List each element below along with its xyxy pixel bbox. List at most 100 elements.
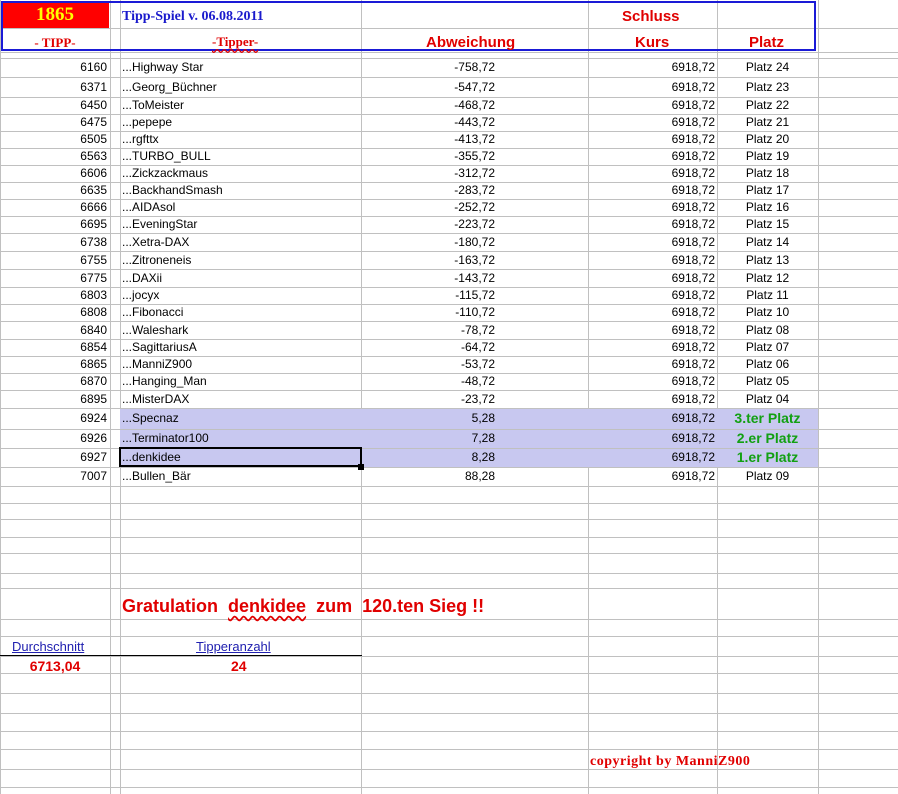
- platz-cell[interactable]: Platz 05: [718, 373, 817, 390]
- abweichung-cell[interactable]: -283,72: [362, 182, 495, 199]
- platz-cell[interactable]: Platz 23: [718, 77, 817, 97]
- tipper-name-cell[interactable]: ...MisterDAX: [122, 390, 189, 408]
- table-row[interactable]: 6160 ...Highway Star -758,72 6918,72 Platz 2…: [0, 58, 898, 77]
- table-row[interactable]: 6755 ...Zitroneneis -163,72 6918,72 Platz 13: [0, 251, 898, 269]
- kurs-cell[interactable]: 6918,72: [588, 114, 715, 131]
- tipp-cell[interactable]: 6927: [10, 448, 107, 467]
- platz-cell[interactable]: Platz 22: [718, 97, 817, 114]
- platz-cell[interactable]: Platz 18: [718, 165, 817, 182]
- kurs-cell[interactable]: 6918,72: [588, 287, 715, 304]
- platz-cell[interactable]: Platz 21: [718, 114, 817, 131]
- platz-cell[interactable]: 1.er Platz: [718, 448, 817, 467]
- abweichung-cell[interactable]: -252,72: [362, 199, 495, 216]
- table-row[interactable]: 6635 ...BackhandSmash -283,72 6918,72 Platz …: [0, 182, 898, 199]
- tipper-name-cell[interactable]: ...AIDAsol: [122, 199, 175, 216]
- abweichung-cell[interactable]: -64,72: [362, 339, 495, 356]
- platz-cell[interactable]: Platz 17: [718, 182, 817, 199]
- tipp-cell[interactable]: 6755: [10, 251, 107, 269]
- kurs-cell[interactable]: 6918,72: [588, 356, 715, 373]
- copyright-notice[interactable]: copyright by ManniZ900: [590, 754, 750, 770]
- abweichung-cell[interactable]: -143,72: [362, 269, 495, 287]
- platz-cell[interactable]: Platz 12: [718, 269, 817, 287]
- tipper-name-cell[interactable]: ...Specnaz: [122, 408, 179, 429]
- abweichung-cell[interactable]: -53,72: [362, 356, 495, 373]
- abweichung-cell[interactable]: 7,28: [362, 429, 495, 448]
- abweichung-cell[interactable]: -547,72: [362, 77, 495, 97]
- abweichung-cell[interactable]: -78,72: [362, 321, 495, 339]
- platz-cell[interactable]: Platz 24: [718, 58, 817, 77]
- kurs-cell[interactable]: 6918,72: [588, 408, 715, 429]
- abweichung-cell[interactable]: 88,28: [362, 467, 495, 486]
- tipper-name-cell[interactable]: ...Xetra-DAX: [122, 233, 189, 251]
- tipper-name-cell[interactable]: ...Hanging_Man: [122, 373, 207, 390]
- table-row[interactable]: 6475 ...pepepe -443,72 6918,72 Platz 21: [0, 114, 898, 131]
- header-schluss[interactable]: Schluss: [622, 8, 680, 25]
- average-value[interactable]: 6713,04: [12, 658, 98, 674]
- tipper-name-cell[interactable]: ...EveningStar: [122, 216, 197, 233]
- platz-cell[interactable]: Platz 10: [718, 304, 817, 321]
- platz-cell[interactable]: Platz 09: [718, 467, 817, 486]
- platz-cell[interactable]: Platz 14: [718, 233, 817, 251]
- tipper-count-label[interactable]: Tipperanzahl: [196, 639, 271, 654]
- table-row[interactable]: 7007 ...Bullen_Bär 88,28 6918,72 Platz 09: [0, 467, 898, 486]
- platz-cell[interactable]: Platz 04: [718, 390, 817, 408]
- abweichung-cell[interactable]: -163,72: [362, 251, 495, 269]
- table-row[interactable]: 6606 ...Zickzackmaus -312,72 6918,72 Platz 1…: [0, 165, 898, 182]
- abweichung-cell[interactable]: -468,72: [362, 97, 495, 114]
- tipper-name-cell[interactable]: ...ManniZ900: [122, 356, 192, 373]
- column-header-abweichung[interactable]: Abweichung: [426, 34, 515, 51]
- platz-cell[interactable]: Platz 20: [718, 131, 817, 148]
- abweichung-cell[interactable]: -110,72: [362, 304, 495, 321]
- tipper-name-cell[interactable]: ...pepepe: [122, 114, 172, 131]
- tipper-name-cell[interactable]: ...Bullen_Bär: [122, 467, 191, 486]
- platz-cell[interactable]: Platz 06: [718, 356, 817, 373]
- table-row[interactable]: 6926 ...Terminator100 7,28 6918,72 2.er Plat…: [0, 429, 898, 448]
- abweichung-cell[interactable]: -443,72: [362, 114, 495, 131]
- tipp-cell[interactable]: 6666: [10, 199, 107, 216]
- column-header-tipp[interactable]: - TIPP-: [10, 35, 100, 51]
- table-row[interactable]: 6563 ...TURBO_BULL -355,72 6918,72 Platz 19: [0, 148, 898, 165]
- tipp-cell[interactable]: 6505: [10, 131, 107, 148]
- kurs-cell[interactable]: 6918,72: [588, 251, 715, 269]
- average-label[interactable]: Durchschnitt: [12, 639, 84, 654]
- tipper-name-cell[interactable]: ...ToMeister: [122, 97, 184, 114]
- kurs-cell[interactable]: 6918,72: [588, 148, 715, 165]
- tipp-cell[interactable]: 7007: [10, 467, 107, 486]
- table-row[interactable]: 6803 ...jocyx -115,72 6918,72 Platz 11: [0, 287, 898, 304]
- tipp-cell[interactable]: 6895: [10, 390, 107, 408]
- platz-cell[interactable]: Platz 19: [718, 148, 817, 165]
- table-row[interactable]: 6840 ...Waleshark -78,72 6918,72 Platz 08: [0, 321, 898, 339]
- tipp-cell[interactable]: 6808: [10, 304, 107, 321]
- kurs-cell[interactable]: 6918,72: [588, 429, 715, 448]
- sheet-title[interactable]: Tipp-Spiel v. 06.08.2011: [122, 9, 264, 25]
- table-row[interactable]: 6666 ...AIDAsol -252,72 6918,72 Platz 16: [0, 199, 898, 216]
- tipp-cell[interactable]: 6695: [10, 216, 107, 233]
- selected-cell[interactable]: [119, 447, 362, 467]
- table-row[interactable]: 6695 ...EveningStar -223,72 6918,72 Platz 15: [0, 216, 898, 233]
- tipp-cell[interactable]: 6870: [10, 373, 107, 390]
- kurs-cell[interactable]: 6918,72: [588, 339, 715, 356]
- tipper-count-value[interactable]: 24: [231, 658, 247, 674]
- table-row[interactable]: 6865 ...ManniZ900 -53,72 6918,72 Platz 06: [0, 356, 898, 373]
- tipper-name-cell[interactable]: ...Zitroneneis: [122, 251, 191, 269]
- table-row[interactable]: 6870 ...Hanging_Man -48,72 6918,72 Platz 05: [0, 373, 898, 390]
- tipper-name-cell[interactable]: ...SagittariusA: [122, 339, 197, 356]
- kurs-cell[interactable]: 6918,72: [588, 467, 715, 486]
- tipper-name-cell[interactable]: ...Fibonacci: [122, 304, 183, 321]
- kurs-cell[interactable]: 6918,72: [588, 165, 715, 182]
- abweichung-cell[interactable]: -413,72: [362, 131, 495, 148]
- kurs-cell[interactable]: 6918,72: [588, 304, 715, 321]
- kurs-cell[interactable]: 6918,72: [588, 269, 715, 287]
- table-row[interactable]: 6854 ...SagittariusA -64,72 6918,72 Platz 07: [0, 339, 898, 356]
- abweichung-cell[interactable]: -48,72: [362, 373, 495, 390]
- abweichung-cell[interactable]: -312,72: [362, 165, 495, 182]
- tipp-cell[interactable]: 6738: [10, 233, 107, 251]
- abweichung-cell[interactable]: -223,72: [362, 216, 495, 233]
- abweichung-cell[interactable]: -758,72: [362, 58, 495, 77]
- abweichung-cell[interactable]: -23,72: [362, 390, 495, 408]
- tipp-cell[interactable]: 6854: [10, 339, 107, 356]
- column-header-platz[interactable]: Platz: [749, 34, 784, 51]
- table-row[interactable]: 6895 ...MisterDAX -23,72 6918,72 Platz 04: [0, 390, 898, 408]
- tipp-cell[interactable]: 6563: [10, 148, 107, 165]
- tipp-cell[interactable]: 6924: [10, 408, 107, 429]
